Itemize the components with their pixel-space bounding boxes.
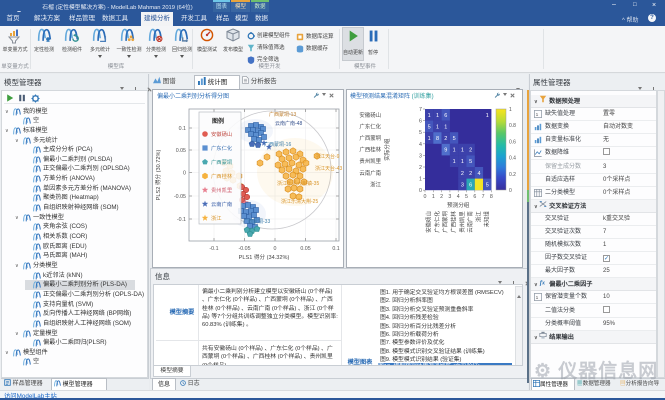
svg-text:0.1: 0.1 [332, 246, 339, 252]
svg-text:贵州凯里: 贵州凯里 [359, 157, 381, 165]
svg-text:0.8: 0.8 [509, 123, 516, 129]
svg-text:云南广南: 云南广南 [359, 169, 381, 177]
svg-text:-0.05: -0.05 [238, 246, 250, 252]
svg-text:2: 2 [419, 165, 422, 171]
svg-text:2: 2 [469, 171, 472, 177]
svg-text:广西桂林: 广西桂林 [450, 211, 458, 233]
svg-text:0: 0 [509, 188, 512, 194]
svg-text:广西蒙垌: 广西蒙垌 [441, 211, 449, 233]
svg-text:浙江乐清大荆镇-35: 浙江乐清大荆镇-35 [277, 180, 319, 187]
svg-text:-0.05: -0.05 [174, 194, 186, 200]
svg-text:7: 7 [482, 194, 485, 200]
svg-text:1: 1 [536, 112, 539, 118]
svg-text:广西蒙垌-13: 广西蒙垌-13 [269, 111, 296, 118]
svg-text:3: 3 [448, 194, 451, 200]
svg-text:2: 2 [469, 148, 472, 154]
svg-text:广西桂林: 广西桂林 [359, 146, 381, 154]
svg-text:5: 5 [453, 136, 456, 142]
svg-text:浙江天台-9: 浙江天台-9 [315, 153, 340, 160]
svg-text:广西蒙垌: 广西蒙垌 [359, 134, 381, 142]
svg-text:实际分组: 实际分组 [383, 138, 391, 161]
svg-text:1: 1 [436, 113, 439, 119]
svg-text:1: 1 [536, 295, 539, 301]
svg-text:9: 9 [444, 148, 447, 154]
svg-text:浙江: 浙江 [211, 214, 222, 222]
svg-text:2: 2 [440, 194, 443, 200]
svg-text:云南广南: 云南广南 [466, 211, 474, 233]
svg-text:1: 1 [461, 148, 464, 154]
svg-text:3: 3 [419, 153, 422, 159]
svg-text:5: 5 [486, 182, 489, 188]
svg-text:贵州凯里: 贵州凯里 [458, 211, 466, 233]
svg-text:6: 6 [473, 194, 476, 200]
svg-text:1: 1 [486, 113, 489, 119]
svg-text:图例: 图例 [212, 117, 224, 125]
svg-text:广东仁化: 广东仁化 [359, 122, 381, 130]
svg-text:4: 4 [419, 142, 422, 148]
svg-text:0.6: 0.6 [509, 139, 516, 145]
svg-text:预测分组: 预测分组 [447, 201, 470, 209]
svg-text:广东仁化: 广东仁化 [433, 211, 441, 233]
svg-text:6: 6 [469, 182, 472, 188]
svg-text:3: 3 [461, 182, 464, 188]
svg-text:PLS2 得分 (30.72%): PLS2 得分 (30.72%) [154, 150, 162, 201]
svg-text:浙江乐清大荆-25: 浙江乐清大荆-25 [281, 198, 318, 205]
svg-text:广西桂林: 广西桂林 [211, 172, 233, 180]
svg-text:未知组: 未知组 [483, 211, 491, 228]
svg-text:4: 4 [477, 171, 480, 177]
svg-text:广西蒙垌-33: 广西蒙垌-33 [243, 218, 270, 225]
svg-text:云南广南: 云南广南 [211, 200, 232, 208]
svg-text:广东仁化: 广东仁化 [211, 144, 233, 152]
svg-text:8: 8 [436, 136, 439, 142]
svg-text:1: 1 [432, 194, 435, 200]
svg-text:0: 0 [274, 246, 277, 252]
svg-text:安徽砀山: 安徽砀山 [359, 111, 381, 119]
svg-text:5: 5 [419, 130, 422, 136]
svg-text:0.4: 0.4 [509, 156, 516, 162]
svg-text:0.1: 0.1 [179, 126, 186, 132]
svg-text:1: 1 [453, 159, 456, 165]
svg-text:云南广南-48: 云南广南-48 [275, 120, 302, 127]
svg-text:1: 1 [461, 159, 464, 165]
svg-text:-0.1: -0.1 [209, 246, 218, 252]
svg-text:贵州凯里: 贵州凯里 [211, 186, 233, 194]
svg-text:安徽砀山: 安徽砀山 [425, 211, 433, 233]
svg-text:6: 6 [444, 113, 447, 119]
svg-text:浙江: 浙江 [370, 180, 381, 188]
svg-text:1: 1 [509, 107, 512, 113]
svg-text:1: 1 [444, 124, 447, 130]
svg-text:5: 5 [465, 194, 468, 200]
svg-text:0: 0 [424, 194, 427, 200]
svg-text:0.05: 0.05 [300, 246, 310, 252]
svg-text:8: 8 [490, 194, 493, 200]
svg-text:1: 1 [428, 136, 431, 142]
svg-text:0: 0 [183, 171, 186, 177]
svg-text:安徽砀山: 安徽砀山 [211, 130, 232, 138]
svg-text:6: 6 [419, 119, 422, 125]
svg-text:2: 2 [461, 171, 464, 177]
svg-text:4: 4 [457, 194, 460, 200]
svg-text:7: 7 [419, 107, 422, 113]
svg-text:1: 1 [419, 177, 422, 183]
svg-text:0: 0 [419, 188, 422, 194]
svg-text:广西蒙垌: 广西蒙垌 [211, 158, 232, 166]
svg-text:5: 5 [469, 159, 472, 165]
svg-text:0.05: 0.05 [176, 148, 186, 154]
svg-text:0.2: 0.2 [509, 172, 516, 178]
svg-text:1: 1 [436, 124, 439, 130]
svg-text:PLS1 得分 (34.32%): PLS1 得分 (34.32%) [239, 253, 290, 261]
svg-text:广西蒙垌-16: 广西蒙垌-16 [264, 141, 291, 148]
svg-text:fx: fx [540, 279, 546, 286]
svg-text:5: 5 [428, 124, 431, 130]
svg-text:1: 1 [453, 148, 456, 154]
svg-text:浙江天台-43: 浙江天台-43 [315, 165, 342, 172]
svg-text:1: 1 [428, 113, 431, 119]
svg-text:-0.1: -0.1 [177, 217, 186, 223]
svg-text:2: 2 [444, 136, 447, 142]
svg-text:浙江: 浙江 [474, 211, 482, 222]
